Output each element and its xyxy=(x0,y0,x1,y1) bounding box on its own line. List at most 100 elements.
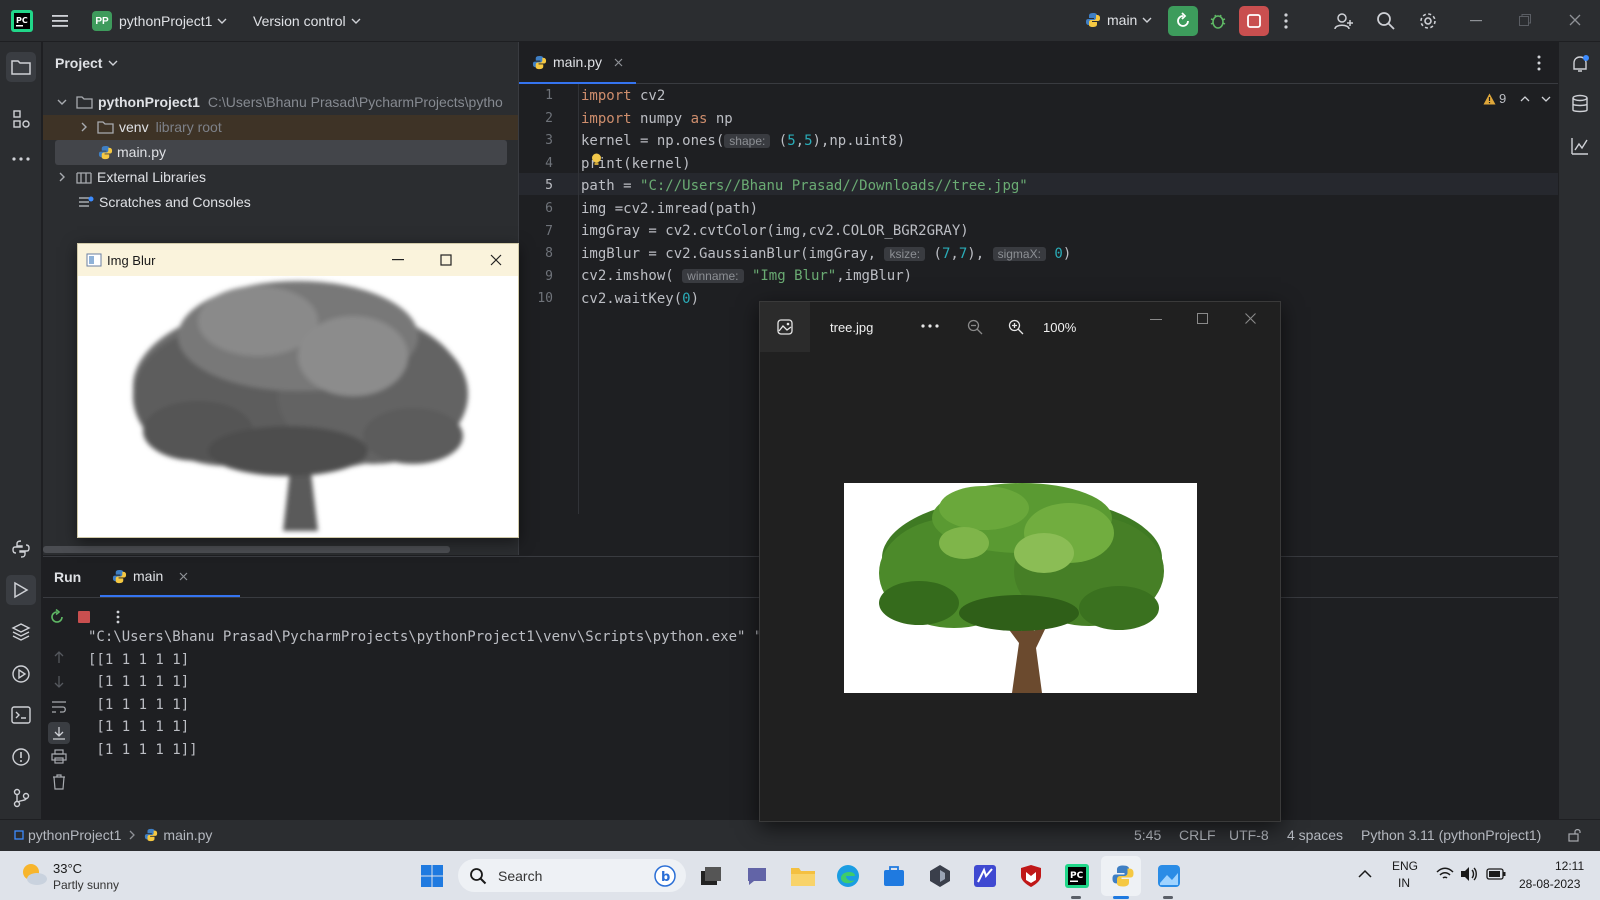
debug-button[interactable] xyxy=(1208,11,1228,31)
close-icon[interactable] xyxy=(490,254,502,266)
close-tab-icon[interactable] xyxy=(614,58,623,67)
line-number[interactable]: 8 xyxy=(519,246,553,261)
code-line[interactable]: imgBlur = cv2.GaussianBlur(imgGray, ksiz… xyxy=(581,246,1071,262)
tree-item-scratches[interactable]: Scratches and Consoles xyxy=(78,190,251,214)
clear-console-button[interactable] xyxy=(52,774,66,790)
chevron-up-icon[interactable] xyxy=(1520,94,1530,104)
line-number[interactable]: 5 xyxy=(519,178,553,193)
restore-window-button[interactable] xyxy=(1519,14,1531,26)
input-language[interactable]: ENG xyxy=(1392,859,1418,873)
terminal-button[interactable] xyxy=(9,703,33,727)
python-packages-button[interactable] xyxy=(9,620,33,644)
problems-button[interactable] xyxy=(9,745,33,769)
python-interpreter[interactable]: Python 3.11 (pythonProject1) xyxy=(1361,827,1541,843)
soft-wrap-button[interactable] xyxy=(51,700,67,714)
line-number[interactable]: 6 xyxy=(519,201,553,216)
maximize-icon[interactable] xyxy=(1197,313,1208,324)
scroll-up-button[interactable] xyxy=(52,650,66,664)
inspection-widget[interactable]: 9 xyxy=(1483,91,1551,106)
mcafee-button[interactable] xyxy=(1016,861,1046,891)
chevron-down-icon[interactable] xyxy=(1541,94,1551,104)
run-config-selector[interactable]: main xyxy=(1085,12,1152,28)
edge-browser-button[interactable] xyxy=(833,861,863,891)
print-button[interactable] xyxy=(51,749,67,764)
wifi-icon[interactable] xyxy=(1436,867,1454,881)
close-tab-icon[interactable] xyxy=(179,572,188,581)
line-number[interactable]: 2 xyxy=(519,111,553,126)
tree-item-external-libraries[interactable]: External Libraries xyxy=(57,165,206,189)
file-explorer-button[interactable] xyxy=(788,861,818,891)
rerun-button[interactable] xyxy=(49,609,65,625)
line-number[interactable]: 9 xyxy=(519,269,553,284)
code-line[interactable]: import cv2 xyxy=(581,88,665,104)
line-number[interactable]: 3 xyxy=(519,133,553,148)
stop-button[interactable] xyxy=(1239,6,1269,36)
task-view-button[interactable] xyxy=(696,861,726,891)
intention-bulb-icon[interactable] xyxy=(591,153,602,166)
file-lock-button[interactable] xyxy=(1568,828,1582,842)
img-blur-titlebar[interactable]: Img Blur xyxy=(78,244,518,276)
python-console-button[interactable] xyxy=(9,537,33,561)
teams-chat-button[interactable] xyxy=(742,861,772,891)
clock-date[interactable]: 28-08-2023 xyxy=(1519,877,1580,891)
settings-button[interactable] xyxy=(1418,11,1438,31)
tree-item-venv[interactable]: venv library root xyxy=(79,115,222,139)
project-tool-button[interactable] xyxy=(6,52,36,82)
services-button[interactable] xyxy=(9,662,33,686)
more-actions-button[interactable] xyxy=(1283,12,1289,30)
run-more-button[interactable] xyxy=(115,610,121,624)
code-line[interactable]: img =cv2.imread(path) xyxy=(581,201,758,217)
code-line[interactable]: path = "C://Users//Bhanu Prasad//Downloa… xyxy=(581,178,1028,194)
editor-options-button[interactable] xyxy=(1536,55,1542,71)
photos-more-button[interactable] xyxy=(921,324,939,328)
version-control-menu[interactable]: Version control xyxy=(253,13,361,29)
analytics-app-button[interactable] xyxy=(970,861,1000,891)
close-window-button[interactable] xyxy=(1569,14,1581,26)
line-number[interactable]: 7 xyxy=(519,224,553,239)
run-tab-main[interactable]: main xyxy=(100,557,240,597)
microsoft-store-button[interactable] xyxy=(879,861,909,891)
tree-item-main-py[interactable]: main.py xyxy=(98,140,166,164)
stop-run-button[interactable] xyxy=(77,610,91,624)
rerun-button[interactable] xyxy=(1168,6,1198,36)
zoom-out-button[interactable] xyxy=(967,319,983,335)
taskbar-search-box[interactable]: Search b xyxy=(458,859,686,892)
pycharm-logo-icon[interactable]: PC xyxy=(11,10,33,32)
breadcrumb-project[interactable]: pythonProject1 xyxy=(28,827,121,843)
run-tool-button[interactable] xyxy=(6,575,36,605)
photos-taskbar-button[interactable] xyxy=(1154,861,1184,891)
database-button[interactable] xyxy=(1568,92,1592,116)
breadcrumb-file[interactable]: main.py xyxy=(163,827,212,843)
bing-chat-icon[interactable]: b xyxy=(654,864,676,887)
search-everywhere-button[interactable] xyxy=(1376,11,1396,31)
code-line[interactable]: imgGray = cv2.cvtColor(img,cv2.COLOR_BGR… xyxy=(581,223,969,239)
start-button[interactable] xyxy=(417,861,447,891)
structure-tool-button[interactable] xyxy=(9,107,33,131)
line-number[interactable]: 10 xyxy=(519,291,553,306)
scroll-to-end-button[interactable] xyxy=(48,722,70,744)
battery-icon[interactable] xyxy=(1486,868,1506,880)
volume-icon[interactable] xyxy=(1460,866,1478,882)
minimize-icon[interactable] xyxy=(392,259,404,261)
project-switcher[interactable]: PP pythonProject1 xyxy=(92,11,227,31)
main-menu-icon[interactable] xyxy=(51,12,69,30)
code-line[interactable]: cv2.imshow( winname: "Img Blur",imgBlur) xyxy=(581,268,912,284)
dark-app-button[interactable] xyxy=(925,861,955,891)
show-hidden-icons-button[interactable] xyxy=(1358,869,1372,879)
python-app-taskbar-button[interactable] xyxy=(1108,861,1138,891)
notifications-button[interactable] xyxy=(1568,52,1592,76)
line-separator[interactable]: CRLF xyxy=(1179,827,1216,843)
photos-app-button[interactable] xyxy=(760,302,810,352)
close-icon[interactable] xyxy=(1245,313,1256,324)
minimize-window-button[interactable] xyxy=(1470,20,1482,22)
git-button[interactable] xyxy=(9,786,33,810)
scroll-down-button[interactable] xyxy=(52,675,66,689)
more-tools-button[interactable] xyxy=(9,147,33,171)
maximize-icon[interactable] xyxy=(440,254,452,266)
clock-time[interactable]: 12:11 xyxy=(1555,859,1584,873)
weather-condition[interactable]: Partly sunny xyxy=(53,878,119,892)
line-number[interactable]: 4 xyxy=(519,156,553,171)
project-view-selector[interactable]: Project xyxy=(55,55,118,71)
code-line[interactable]: import numpy as np xyxy=(581,111,733,127)
zoom-in-button[interactable] xyxy=(1008,319,1024,335)
